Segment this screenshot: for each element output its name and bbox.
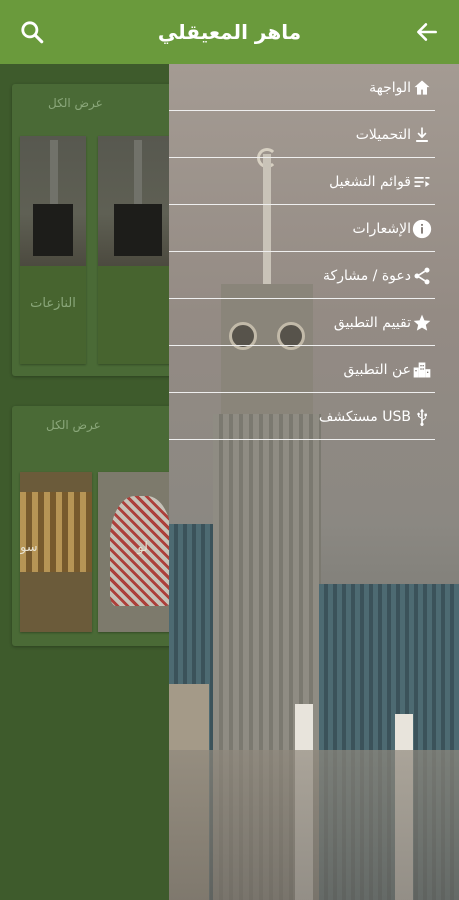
menu-item-label: الإشعارات [352, 220, 411, 237]
menu-item-label: التحميلات [355, 126, 411, 143]
menu-item-notifications[interactable]: الإشعارات [169, 205, 459, 252]
surah-card[interactable]: النازعات [20, 136, 86, 364]
kaaba-thumbnail [98, 136, 178, 266]
menu-item-about[interactable]: عن التطبيق [169, 346, 459, 393]
download-icon [411, 124, 433, 146]
see-all-link[interactable]: عرض الكل [46, 418, 101, 432]
reciter-card[interactable]: سو [20, 472, 92, 632]
menu-item-label: دعوة / مشاركة [323, 267, 411, 284]
share-icon [411, 265, 433, 287]
navigation-drawer: الواجهة التحميلات قوائم التشغيل الإشعارا… [169, 64, 459, 900]
reciter-card[interactable]: لو [98, 472, 178, 632]
page-title: ماهر المعيقلي [157, 20, 302, 44]
see-all-link[interactable]: عرض الكل [48, 96, 103, 110]
menu-item-downloads[interactable]: التحميلات [169, 111, 459, 158]
menu-item-label: الواجهة [369, 79, 411, 96]
card-label: سو [20, 540, 38, 555]
card-label: لو [137, 540, 148, 555]
menu-item-playlists[interactable]: قوائم التشغيل [169, 158, 459, 205]
drawer-menu: الواجهة التحميلات قوائم التشغيل الإشعارا… [169, 64, 459, 440]
app-bar: ماهر المعيقلي [0, 0, 459, 64]
menu-item-home[interactable]: الواجهة [169, 64, 459, 111]
surah-card[interactable] [98, 136, 178, 364]
star-icon [411, 312, 433, 334]
usb-icon [411, 406, 433, 428]
menu-item-label: قوائم التشغيل [329, 173, 411, 190]
building-icon [411, 359, 433, 381]
menu-item-label: عن التطبيق [343, 361, 411, 378]
card-label: النازعات [30, 296, 76, 311]
menu-item-share[interactable]: دعوة / مشاركة [169, 252, 459, 299]
home-icon [411, 77, 433, 99]
menu-item-label: تقييم التطبيق [333, 314, 411, 331]
menu-item-rate[interactable]: تقييم التطبيق [169, 299, 459, 346]
playlist-icon [411, 171, 433, 193]
back-arrow-icon[interactable] [409, 14, 445, 50]
menu-item-label: مستكشف USB [318, 408, 411, 425]
info-icon [411, 218, 433, 240]
kaaba-thumbnail [20, 136, 86, 266]
menu-item-usb-explorer[interactable]: مستكشف USB [169, 393, 459, 440]
